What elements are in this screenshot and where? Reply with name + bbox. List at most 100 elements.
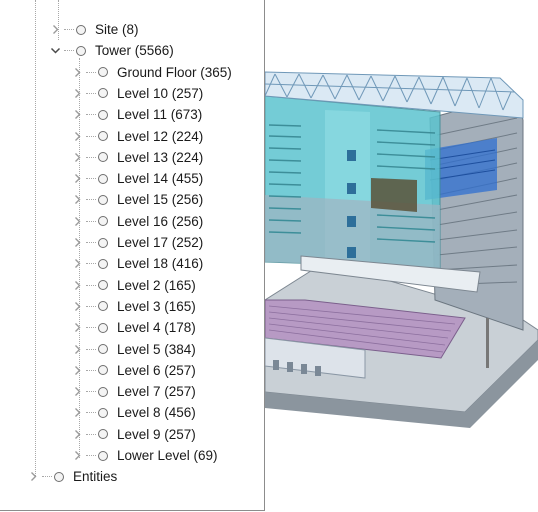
radio-circle-icon[interactable]	[98, 407, 108, 418]
radio-circle-icon[interactable]	[98, 237, 108, 248]
tree-connector	[86, 92, 96, 94]
tree-node[interactable]: Level 18 (416)	[71, 253, 203, 274]
chevron-right-icon[interactable]	[71, 385, 84, 398]
tree-connector	[86, 327, 96, 329]
radio-circle-icon[interactable]	[76, 45, 86, 56]
tree-node-label: Level 16 (256)	[117, 213, 204, 229]
tree-node[interactable]: Level 9 (257)	[71, 424, 196, 445]
tree-node-label: Ground Floor (365)	[117, 64, 232, 80]
tree-connector	[64, 50, 74, 52]
radio-circle-icon[interactable]	[98, 429, 108, 440]
radio-circle-icon[interactable]	[54, 471, 64, 482]
chevron-right-icon[interactable]	[71, 364, 84, 377]
tree-node-label: Lower Level (69)	[117, 448, 218, 463]
tree-node[interactable]: Tower (5566)	[49, 40, 174, 61]
tree-node-label: Level 3 (165)	[117, 298, 196, 314]
tree-node[interactable]: Level 14 (455)	[71, 168, 203, 189]
radio-circle-icon[interactable]	[98, 131, 108, 141]
tree-connector	[86, 433, 96, 435]
radio-circle-icon[interactable]	[98, 301, 108, 312]
tree-node[interactable]: Level 3 (165)	[71, 296, 196, 317]
tree-connector	[86, 263, 96, 265]
tree-node[interactable]: Level 17 (252)	[71, 232, 203, 253]
tree-connector	[86, 135, 96, 137]
chevron-right-icon[interactable]	[71, 87, 84, 100]
chevron-right-icon[interactable]	[71, 279, 84, 292]
tree-connector	[86, 455, 96, 456]
tree-node[interactable]: Level 12 (224)	[71, 126, 203, 147]
radio-circle-icon[interactable]	[98, 280, 108, 291]
tree-node-label: Level 8 (456)	[117, 405, 196, 421]
tree-connector	[86, 412, 96, 414]
tree-connector	[86, 391, 96, 393]
radio-circle-icon[interactable]	[98, 88, 108, 99]
tree-node-label: Level 13 (224)	[117, 149, 204, 165]
tree-connector	[86, 242, 96, 243]
chevron-right-icon[interactable]	[71, 343, 84, 356]
tree-node-label: Tower (5566)	[95, 43, 174, 59]
tree-node-label: Level 2 (165)	[117, 277, 196, 293]
tree-node[interactable]: Level 5 (384)	[71, 339, 196, 360]
tree-node[interactable]: Level 4 (178)	[71, 317, 196, 338]
tree-node[interactable]: Level 16 (256)	[71, 211, 203, 232]
radio-circle-icon[interactable]	[98, 216, 108, 227]
model-viewport[interactable]	[265, 0, 538, 512]
tree-connector	[86, 305, 96, 307]
radio-circle-icon[interactable]	[98, 152, 108, 163]
chevron-right-icon[interactable]	[71, 130, 84, 143]
radio-circle-icon[interactable]	[98, 67, 108, 78]
radio-circle-icon[interactable]	[98, 194, 108, 205]
radio-circle-icon[interactable]	[98, 322, 108, 333]
chevron-down-icon[interactable]	[49, 44, 62, 57]
building-model-render	[265, 71, 538, 428]
chevron-right-icon[interactable]	[71, 257, 84, 270]
radio-circle-icon[interactable]	[98, 386, 108, 397]
chevron-right-icon[interactable]	[71, 151, 84, 164]
chevron-right-icon[interactable]	[71, 66, 84, 79]
tree-connector	[86, 178, 96, 180]
tree-node[interactable]: Lower Level (69)	[71, 445, 218, 466]
chevron-right-icon[interactable]	[27, 470, 40, 483]
tree-node[interactable]: Site (8)	[49, 19, 139, 40]
tree-node-label: Level 15 (256)	[117, 192, 204, 208]
tree-connector	[86, 220, 96, 222]
radio-circle-icon[interactable]	[76, 24, 86, 35]
tree-guide-line-root	[35, 0, 36, 476]
tree-connector	[86, 284, 96, 286]
tree-node[interactable]: Level 7 (257)	[71, 381, 196, 402]
tree-node-label: Level 6 (257)	[117, 362, 196, 378]
chevron-right-icon[interactable]	[71, 300, 84, 313]
tree-connector	[42, 476, 52, 478]
chevron-right-icon[interactable]	[71, 449, 84, 462]
tree-connector	[86, 348, 96, 350]
tree-node[interactable]: Ground Floor (365)	[71, 62, 232, 83]
tree-node[interactable]: Level 11 (673)	[71, 104, 202, 125]
tree-node[interactable]: Level 6 (257)	[71, 360, 196, 381]
tree-node-label: Level 17 (252)	[117, 235, 204, 250]
chevron-right-icon[interactable]	[71, 193, 84, 206]
chevron-right-icon[interactable]	[71, 215, 84, 228]
tree-node[interactable]: Level 8 (456)	[71, 402, 196, 423]
chevron-right-icon[interactable]	[71, 321, 84, 334]
chevron-right-icon[interactable]	[71, 236, 84, 249]
tree-node[interactable]: Entities	[27, 466, 117, 487]
chevron-right-icon[interactable]	[71, 108, 84, 121]
chevron-right-icon[interactable]	[71, 172, 84, 185]
chevron-right-icon[interactable]	[49, 23, 62, 36]
chevron-right-icon[interactable]	[71, 428, 84, 441]
radio-circle-icon[interactable]	[98, 450, 108, 461]
radio-circle-icon[interactable]	[98, 258, 108, 269]
radio-circle-icon[interactable]	[98, 365, 108, 376]
tree-node[interactable]: Level 15 (256)	[71, 189, 203, 210]
radio-circle-icon[interactable]	[98, 173, 108, 184]
tree-node-label: Level 18 (416)	[117, 256, 204, 272]
tree-node[interactable]: Level 2 (165)	[71, 275, 196, 296]
model-tree-panel: Site (8) Tower (5566) Ground Floor (365) Le…	[0, 0, 265, 511]
tree-node-label: Level 14 (455)	[117, 171, 204, 187]
tree-connector	[86, 369, 96, 371]
radio-circle-icon[interactable]	[98, 109, 108, 120]
tree-node[interactable]: Level 13 (224)	[71, 147, 203, 168]
tree-node[interactable]: Level 10 (257)	[71, 83, 203, 104]
chevron-right-icon[interactable]	[71, 406, 84, 419]
radio-circle-icon[interactable]	[98, 344, 108, 354]
